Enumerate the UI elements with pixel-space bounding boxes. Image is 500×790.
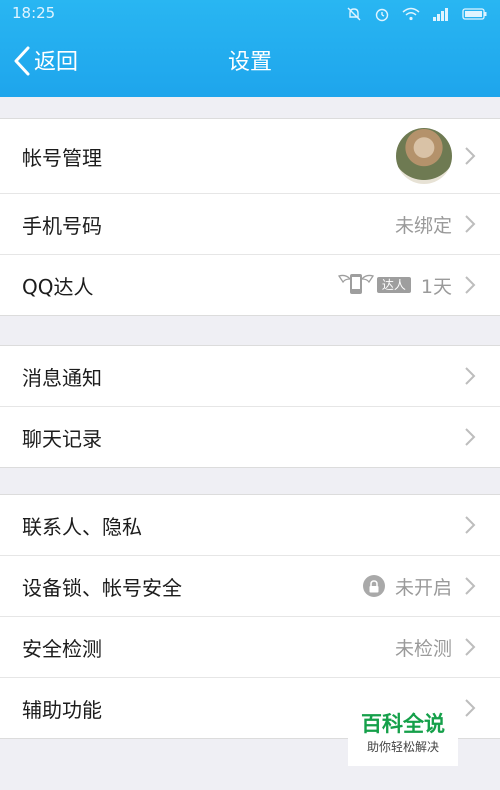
row-right: 达人 1天 (337, 270, 478, 300)
row-right (462, 425, 478, 449)
row-security-check[interactable]: 安全检测 未检测 (0, 616, 500, 677)
row-right (462, 696, 478, 720)
row-value: 未开启 (394, 576, 452, 599)
chevron-right-icon (462, 273, 478, 297)
daren-badge: 达人 (337, 270, 411, 300)
row-account-management[interactable]: 帐号管理 (0, 119, 500, 193)
chevron-right-icon (462, 696, 478, 720)
daren-tag: 达人 (376, 277, 411, 293)
row-label: 手机号码 (22, 213, 102, 238)
row-label: 消息通知 (22, 365, 102, 390)
row-label: 帐号管理 (22, 145, 102, 170)
watermark-logo: 百科全说 助你轻松解决 (348, 704, 458, 766)
row-label: 联系人、隐私 (22, 514, 142, 539)
row-contacts-privacy[interactable]: 联系人、隐私 (0, 495, 500, 555)
row-value: 1天 (420, 275, 452, 298)
row-value: 未检测 (394, 637, 452, 660)
row-right: 未开启 (362, 573, 478, 600)
chevron-right-icon (462, 425, 478, 449)
row-device-lock[interactable]: 设备锁、帐号安全 未开启 (0, 555, 500, 616)
avatar (396, 128, 452, 184)
lock-icon (362, 575, 385, 597)
row-label: 聊天记录 (22, 426, 102, 451)
chevron-right-icon (462, 513, 478, 537)
chevron-right-icon (462, 635, 478, 659)
wifi-icon (402, 7, 420, 21)
status-time: 18:25 (12, 4, 56, 22)
alarm-icon (374, 6, 390, 22)
mute-icon (346, 6, 362, 22)
chevron-right-icon (462, 364, 478, 388)
settings-group-messages: 消息通知 聊天记录 (0, 345, 500, 468)
row-qq-daren[interactable]: QQ达人 达人 1天 (0, 254, 500, 315)
row-label: QQ达人 (22, 274, 94, 299)
chevron-right-icon (462, 212, 478, 236)
status-icons (346, 4, 488, 24)
settings-screen: 18:25 返回 设置 帐号管理 手机号码 未绑定 QQ达人 达人 1天 消息通… (0, 0, 500, 790)
settings-group-privacy: 联系人、隐私 设备锁、帐号安全 未开启 安全检测 未检测 辅助功能 (0, 494, 500, 739)
watermark-title: 百科全说 (361, 712, 445, 736)
row-phone-number[interactable]: 手机号码 未绑定 (0, 193, 500, 254)
row-label: 设备锁、帐号安全 (22, 575, 182, 600)
navigation-bar: 返回 设置 (0, 34, 500, 92)
battery-icon (462, 7, 488, 21)
row-right (462, 513, 478, 537)
row-chat-history[interactable]: 聊天记录 (0, 406, 500, 467)
chevron-right-icon (462, 574, 478, 598)
row-message-notification[interactable]: 消息通知 (0, 346, 500, 406)
settings-group-account: 帐号管理 手机号码 未绑定 QQ达人 达人 1天 (0, 118, 500, 316)
winged-phone-icon (337, 270, 375, 300)
row-right: 未检测 (395, 634, 478, 661)
watermark-subtitle: 助你轻松解决 (366, 740, 439, 754)
row-right: 未绑定 (395, 211, 478, 238)
row-right (396, 128, 478, 184)
chevron-right-icon (462, 144, 478, 168)
app-header: 18:25 返回 设置 (0, 0, 500, 97)
page-title: 设置 (227, 50, 272, 75)
row-value: 未绑定 (394, 214, 452, 237)
row-label: 安全检测 (22, 636, 102, 661)
row-right (462, 364, 478, 388)
signal-icon (432, 7, 450, 21)
row-label: 辅助功能 (22, 697, 102, 722)
status-bar: 18:25 (0, 0, 500, 28)
